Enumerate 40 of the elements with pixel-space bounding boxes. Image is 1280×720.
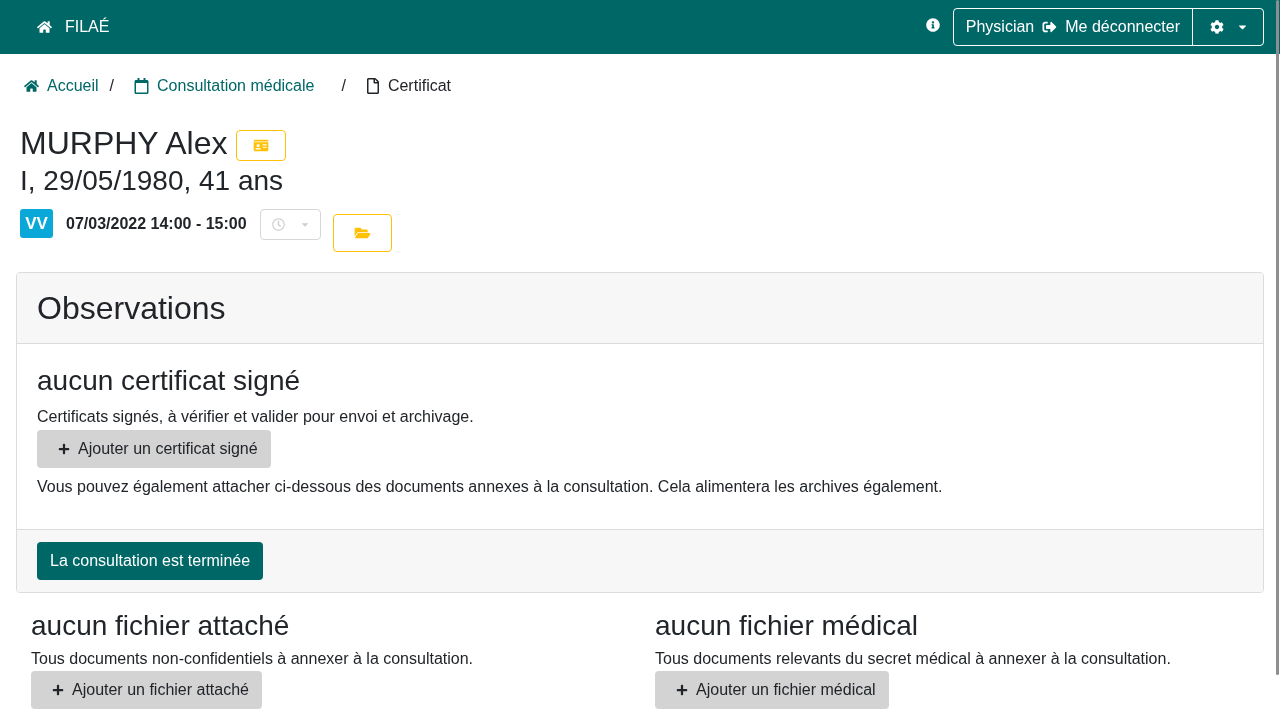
document-icon xyxy=(365,78,380,94)
settings-icon xyxy=(1209,20,1224,34)
section-description: Certificats signés, à vérifier et valider pour envoi et archivage. xyxy=(37,407,474,427)
home-icon xyxy=(37,20,52,34)
initials-badge: VV xyxy=(20,209,53,238)
clock-icon xyxy=(271,218,285,231)
scrollbar-thumb[interactable] xyxy=(1276,0,1279,675)
breadcrumb-separator: / xyxy=(109,76,115,96)
appointment-time: 07/03/2022 14:00 - 15:00 xyxy=(66,214,247,234)
section-description: Tous documents non-confidentiels à annexer à la consultation. xyxy=(31,649,474,669)
info-icon[interactable] xyxy=(925,18,940,32)
calendar-icon xyxy=(134,78,150,94)
breadcrumb-link[interactable]: Accueil xyxy=(24,74,99,98)
sign-out-icon xyxy=(1042,20,1058,34)
patient-name: MURPHY Alex xyxy=(20,124,228,162)
card-title: Observations xyxy=(37,289,226,327)
breadcrumb-current-label: Certificat xyxy=(387,76,452,96)
patient-details: I, 29/05/1980, 41 ans xyxy=(20,164,284,198)
folder-button[interactable] xyxy=(332,214,392,252)
section-heading: aucun fichier attaché xyxy=(31,609,290,643)
patient-card-button[interactable] xyxy=(236,129,287,161)
plus-icon xyxy=(52,684,64,696)
plus-icon xyxy=(676,684,688,696)
brand-link[interactable]: FILAÉ xyxy=(37,15,110,39)
section-heading: aucun certificat signé xyxy=(37,364,301,398)
logout-button[interactable]: Physician Me déconnecter xyxy=(952,8,1193,46)
breadcrumb-separator: / xyxy=(341,76,346,96)
add-file-button[interactable]: Ajouter un fichier médical xyxy=(655,671,889,709)
add-certificate-button[interactable]: Ajouter un certificat signé xyxy=(37,430,271,468)
id-card-icon xyxy=(253,138,270,152)
section-heading: aucun fichier médical xyxy=(655,609,919,643)
breadcrumb-link[interactable]: Consultation médicale xyxy=(134,74,331,98)
finish-consultation-button[interactable]: La consultation est terminée xyxy=(37,542,264,580)
open-folder-icon xyxy=(353,226,371,240)
section-description: Tous documents relevants du secret médical à annexer à la consultation. xyxy=(655,649,1171,669)
add-file-button[interactable]: Ajouter un fichier attaché xyxy=(31,671,262,709)
plus-icon xyxy=(58,443,70,455)
home-icon xyxy=(24,79,39,93)
settings-menu-button[interactable] xyxy=(1192,8,1264,46)
attachments-note: Vous pouvez également attacher ci-dessous des documents annexes à la consultation. Cela alimentera les archives également. xyxy=(37,477,943,497)
